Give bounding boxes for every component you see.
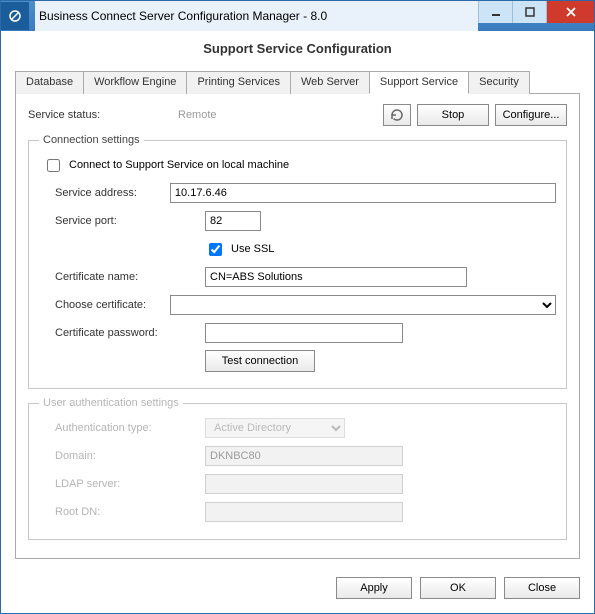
- tab-web-server[interactable]: Web Server: [290, 71, 370, 94]
- certificate-password-input[interactable]: [205, 323, 403, 343]
- use-ssl-label: Use SSL: [231, 243, 274, 255]
- stop-button[interactable]: Stop: [417, 104, 489, 126]
- window-controls: [478, 1, 594, 31]
- tab-support-service[interactable]: Support Service: [369, 71, 469, 94]
- choose-certificate-select[interactable]: [170, 295, 556, 315]
- close-dialog-button[interactable]: Close: [504, 577, 580, 599]
- tab-printing-services[interactable]: Printing Services: [186, 71, 291, 94]
- connect-local-checkbox[interactable]: [47, 159, 60, 172]
- tab-strip: Database Workflow Engine Printing Servic…: [15, 70, 580, 94]
- service-address-label: Service address:: [55, 187, 170, 199]
- root-dn-label: Root DN:: [55, 506, 205, 518]
- service-status-row: Service status: Remote Stop Configure...: [28, 104, 567, 126]
- ldap-server-label: LDAP server:: [55, 478, 205, 490]
- service-port-input[interactable]: [205, 211, 261, 231]
- certificate-password-label: Certificate password:: [55, 327, 205, 339]
- ldap-server-input: [205, 474, 403, 494]
- refresh-button[interactable]: [383, 104, 411, 126]
- service-port-label: Service port:: [55, 215, 205, 227]
- window-frame: Business Connect Server Configuration Ma…: [0, 0, 595, 614]
- service-status-label: Service status:: [28, 109, 178, 121]
- tab-security[interactable]: Security: [468, 71, 530, 94]
- service-status-value: Remote: [178, 109, 383, 121]
- configure-button[interactable]: Configure...: [495, 104, 567, 126]
- tab-database[interactable]: Database: [15, 71, 84, 94]
- certificate-name-label: Certificate name:: [55, 271, 205, 283]
- root-dn-input: [205, 502, 403, 522]
- connect-local-label: Connect to Support Service on local mach…: [69, 159, 289, 171]
- connection-settings-legend: Connection settings: [39, 134, 144, 146]
- user-auth-settings-legend: User authentication settings: [39, 397, 183, 409]
- refresh-icon: [390, 108, 404, 122]
- window-title: Business Connect Server Configuration Ma…: [35, 1, 478, 31]
- content-area: Database Workflow Engine Printing Servic…: [1, 64, 594, 567]
- domain-input: [205, 446, 403, 466]
- tab-workflow-engine[interactable]: Workflow Engine: [83, 71, 187, 94]
- connection-settings-group: Connection settings Connect to Support S…: [28, 134, 567, 389]
- page-header: Support Service Configuration: [1, 31, 594, 64]
- use-ssl-checkbox[interactable]: [209, 243, 222, 256]
- user-auth-settings-group: User authentication settings Authenticat…: [28, 397, 567, 540]
- tab-body: Service status: Remote Stop Configure...…: [15, 94, 580, 559]
- titlebar: Business Connect Server Configuration Ma…: [1, 1, 594, 31]
- maximize-button[interactable]: [512, 1, 546, 23]
- test-connection-button[interactable]: Test connection: [205, 350, 315, 372]
- domain-label: Domain:: [55, 450, 205, 462]
- auth-type-label: Authentication type:: [55, 422, 205, 434]
- app-icon: [1, 2, 29, 30]
- minimize-button[interactable]: [478, 1, 512, 23]
- service-address-input[interactable]: [170, 183, 556, 203]
- choose-certificate-label: Choose certificate:: [55, 299, 170, 311]
- apply-button[interactable]: Apply: [336, 577, 412, 599]
- dialog-footer: Apply OK Close: [1, 567, 594, 613]
- certificate-name-input[interactable]: [205, 267, 467, 287]
- close-button[interactable]: [546, 1, 594, 23]
- ok-button[interactable]: OK: [420, 577, 496, 599]
- auth-type-select: Active Directory: [205, 418, 345, 438]
